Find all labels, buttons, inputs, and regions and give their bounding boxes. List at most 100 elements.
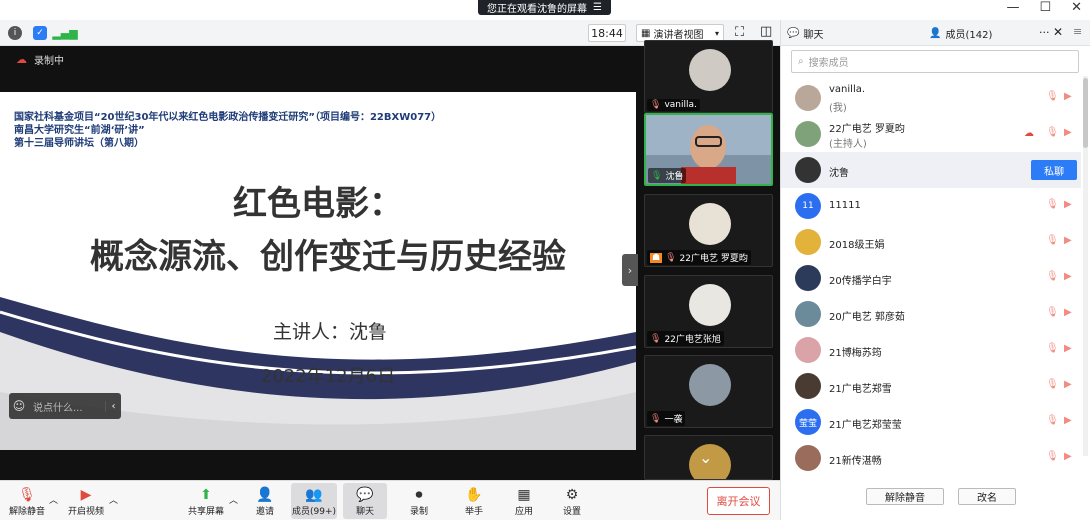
share-screen-label: 共享屏幕: [187, 507, 224, 517]
record-button[interactable]: ⏺ 录制: [405, 483, 433, 519]
start-video-label: 开启视频: [67, 507, 104, 517]
unmute-button[interactable]: 🎙 解除静音: [8, 483, 46, 519]
chevron-right-icon: ›: [627, 263, 633, 277]
mic-muted-icon[interactable]: 🎙: [1046, 451, 1059, 463]
slide-speaker: 主讲人：沈鲁: [272, 321, 387, 343]
camera-off-icon[interactable]: ▶: [1064, 415, 1077, 427]
camera-off-icon[interactable]: ▶: [1064, 127, 1077, 139]
member-row[interactable]: 21博梅苏筠 🎙 ▶: [781, 332, 1081, 368]
rename-button[interactable]: 改名: [958, 488, 1016, 505]
tile-name: vanilla.: [664, 100, 697, 110]
fullscreen-icon[interactable]: ⛶: [735, 25, 744, 40]
quick-chat-input[interactable]: ☺ 说点什么... ‹: [9, 393, 121, 419]
menu-icon[interactable]: ≡: [1073, 25, 1082, 38]
apps-button[interactable]: ▦ 应用: [510, 483, 538, 519]
shield-icon[interactable]: ✓: [33, 26, 47, 40]
close-icon[interactable]: ✕: [1071, 0, 1082, 15]
avatar: 莹莹: [795, 409, 821, 435]
share-screen-icon: ⬆: [200, 487, 212, 503]
chevron-up-icon[interactable]: ︿: [109, 493, 118, 506]
layout-toggle-icon[interactable]: ◫: [760, 24, 772, 39]
camera-off-icon[interactable]: ▶: [1064, 91, 1077, 103]
mic-muted-icon[interactable]: 🎙: [1046, 379, 1059, 391]
video-tile[interactable]: ☗ 🎙 22广电艺 罗夏昀: [644, 194, 773, 267]
members-button[interactable]: 👥 成员(99+): [291, 483, 337, 519]
camera-off-icon[interactable]: ▶: [1064, 343, 1077, 355]
close-icon[interactable]: ✕: [1053, 25, 1063, 39]
camera-off-icon: ▶: [80, 487, 92, 503]
slide-title-2: 概念源流、创作变迁与历史经验: [90, 237, 566, 277]
mic-muted-icon[interactable]: 🎙: [1046, 199, 1059, 211]
search-placeholder: 搜索成员: [808, 58, 849, 69]
minimize-icon[interactable]: —: [1006, 0, 1019, 15]
member-row[interactable]: 20广电艺 郭彦茹 🎙 ▶: [781, 296, 1081, 332]
video-tile[interactable]: ⌄: [644, 435, 773, 480]
chat-icon: 💬: [356, 487, 374, 503]
chevron-up-icon[interactable]: ︿: [229, 493, 238, 506]
start-video-button[interactable]: ▶ 开启视频: [66, 483, 106, 519]
member-row[interactable]: 2018级王娟 🎙 ▶: [781, 224, 1081, 260]
camera-off-icon[interactable]: ▶: [1064, 379, 1077, 391]
chat-button[interactable]: 💬 聊天: [343, 483, 387, 519]
chevron-down-icon[interactable]: ⌄: [699, 448, 712, 467]
tab-members[interactable]: 👤 成员(142): [929, 20, 992, 46]
unmute-all-button[interactable]: 解除静音: [866, 488, 944, 505]
hamburger-icon[interactable]: ☰: [593, 2, 602, 13]
member-name: 21博梅苏筠: [829, 348, 882, 359]
camera-off-icon[interactable]: ▶: [1064, 199, 1077, 211]
more-icon[interactable]: ···: [1039, 26, 1050, 39]
camera-off-icon[interactable]: ▶: [1064, 451, 1077, 463]
member-row[interactable]: 21广电艺郑雪 🎙 ▶: [781, 368, 1081, 404]
chevron-left-icon[interactable]: ‹: [105, 400, 121, 412]
members-label: 成员(99+): [291, 507, 337, 517]
camera-off-icon[interactable]: ▶: [1064, 307, 1077, 319]
member-row[interactable]: 20传播学白宇 🎙 ▶: [781, 260, 1081, 296]
maximize-icon[interactable]: ☐: [1039, 0, 1051, 15]
avatar: [689, 364, 731, 406]
chat-icon: 💬: [787, 27, 800, 39]
member-row[interactable]: 22广电艺 罗夏昀 (主持人) ☁ 🎙 ▶: [781, 116, 1081, 152]
mic-muted-icon[interactable]: 🎙: [1046, 343, 1059, 355]
signal-icon[interactable]: ▂▄▆: [52, 26, 77, 40]
video-tile-active-speaker[interactable]: 🎙 沈鲁: [644, 113, 773, 186]
slide-title-1: 红色电影：: [233, 184, 403, 224]
mic-muted-icon: 🎙: [650, 100, 662, 110]
mic-muted-icon[interactable]: 🎙: [1046, 91, 1059, 103]
invite-button[interactable]: 👤 邀请: [251, 483, 279, 519]
emoji-icon[interactable]: ☺: [9, 399, 29, 413]
mic-muted-icon[interactable]: 🎙: [1046, 235, 1059, 247]
member-row[interactable]: 11 11111 🎙 ▶: [781, 188, 1081, 224]
chevron-up-icon[interactable]: ︿: [49, 493, 58, 506]
panel-tabs: 💬 聊天 👤 成员(142) ··· ✕ ≡: [781, 20, 1090, 46]
leave-meeting-button[interactable]: 离开会议: [707, 487, 770, 515]
camera-off-icon[interactable]: ▶: [1064, 271, 1077, 283]
mic-muted-icon[interactable]: 🎙: [1046, 307, 1059, 319]
member-row[interactable]: 沈鲁 私聊: [781, 152, 1081, 188]
tab-chat[interactable]: 💬 聊天: [787, 20, 823, 46]
avatar: [795, 121, 821, 147]
camera-off-icon[interactable]: ▶: [1064, 235, 1077, 247]
member-row[interactable]: 21新传湛畅 🎙 ▶: [781, 440, 1081, 476]
info-icon[interactable]: i: [8, 26, 22, 40]
raise-hand-button[interactable]: ✋ 举手: [460, 483, 488, 519]
member-row[interactable]: vanilla. (我) 🎙 ▶: [781, 80, 1081, 116]
chat-input-placeholder: 说点什么...: [33, 402, 83, 414]
video-tile[interactable]: 🎙 vanilla.: [644, 40, 773, 113]
settings-button[interactable]: ⚙ 设置: [558, 483, 586, 519]
chat-label: 聊天: [355, 507, 374, 517]
member-search-input[interactable]: ⌕ 搜索成员: [791, 50, 1079, 73]
video-tile[interactable]: 🎙 22广电艺张旭: [644, 275, 773, 348]
member-role: (主持人): [829, 139, 867, 150]
member-row[interactable]: 莹莹 21广电艺郑莹莹 🎙 ▶: [781, 404, 1081, 440]
share-screen-button[interactable]: ⬆ 共享屏幕: [186, 483, 226, 519]
mic-muted-icon[interactable]: 🎙: [1046, 271, 1059, 283]
mic-muted-icon[interactable]: 🎙: [1046, 127, 1059, 139]
avatar: [689, 203, 731, 245]
mic-muted-icon[interactable]: 🎙: [1046, 415, 1059, 427]
video-tile[interactable]: 🎙 一袭: [644, 355, 773, 428]
member-name: vanilla.: [829, 84, 866, 95]
recording-indicator: ☁ 录制中: [0, 46, 636, 72]
collapse-strip-button[interactable]: ›: [622, 254, 638, 286]
private-chat-button[interactable]: 私聊: [1031, 160, 1077, 180]
scrollbar-thumb[interactable]: [1083, 78, 1088, 148]
